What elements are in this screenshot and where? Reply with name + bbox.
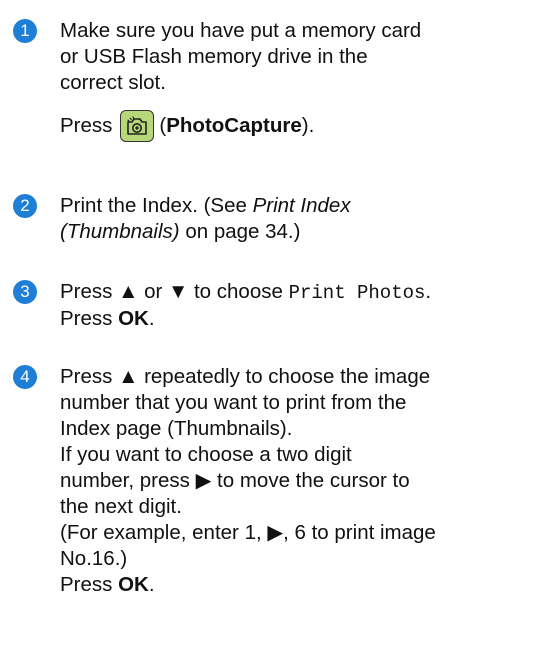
step-2-text: Print the Index. (See Print Index (Thumb…	[60, 193, 530, 245]
ok-key-label: OK	[118, 307, 149, 330]
text-run: Press ▲ or ▼ to choose	[60, 280, 289, 303]
step-1-text: Make sure you have put a memory card or …	[60, 18, 530, 144]
step-4-line: Press ▲ repeatedly to choose the image	[60, 365, 431, 388]
step-2-line-2: (Thumbnails) on page 34.)	[60, 219, 530, 245]
step-4-line: (For example, enter 1, ▶, 6 to print ima…	[60, 521, 436, 544]
press-photocapture-line: Press (PhotoCapture).	[60, 108, 530, 144]
paren-open: (	[159, 114, 167, 137]
step-1-line: or USB Flash memory drive in the	[60, 45, 368, 68]
text-run: .	[425, 280, 432, 303]
step-number-badge: 1	[13, 19, 37, 43]
menu-option-print-photos: Print Photos	[288, 282, 426, 304]
step-4-last-line: Press OK.	[60, 572, 530, 598]
camera-icon	[127, 116, 148, 135]
press-label: Press	[60, 114, 113, 137]
text-run: Press	[60, 573, 119, 596]
link-thumbnails[interactable]: (Thumbnails)	[60, 220, 180, 243]
step-number-badge: 4	[13, 365, 37, 389]
step-4-line: Index page (Thumbnails).	[60, 417, 293, 440]
step-3-line-1: Press ▲ or ▼ to choose Print Photos.	[60, 279, 530, 306]
step-4-line: number, press ▶ to move the cursor to	[60, 469, 410, 492]
step-3-text: Press ▲ or ▼ to choose Print Photos. Pre…	[60, 279, 530, 332]
step-2-line-1: Print the Index. (See Print Index	[60, 193, 530, 219]
step-4-line: number that you want to print from the	[60, 391, 407, 414]
instruction-page: 1 Make sure you have put a memory card o…	[0, 0, 534, 650]
text-run: .	[148, 573, 155, 596]
step-1-line: Make sure you have put a memory card	[60, 19, 422, 42]
step-4-line: No.16.)	[60, 547, 128, 570]
photocapture-button[interactable]	[120, 110, 155, 142]
text-run: Print the Index. (See	[60, 194, 253, 217]
ok-key-label: OK	[118, 573, 149, 596]
step-4-line: the next digit.	[60, 495, 182, 518]
step-4-line: If you want to choose a two digit	[60, 443, 352, 466]
step-1-line: correct slot.	[60, 71, 166, 94]
step-number-badge: 3	[13, 280, 37, 304]
step-4-text: Press ▲ repeatedly to choose the image n…	[60, 364, 530, 598]
photocapture-label: PhotoCapture	[166, 114, 302, 137]
text-run: .	[148, 307, 155, 330]
step-number-badge: 2	[13, 194, 37, 218]
step-3-line-2: Press OK.	[60, 306, 530, 332]
paren-close: ).	[301, 114, 315, 137]
link-print-index[interactable]: Print Index	[253, 194, 351, 217]
text-run: Press	[60, 307, 119, 330]
text-run: on page 34.)	[179, 220, 301, 243]
